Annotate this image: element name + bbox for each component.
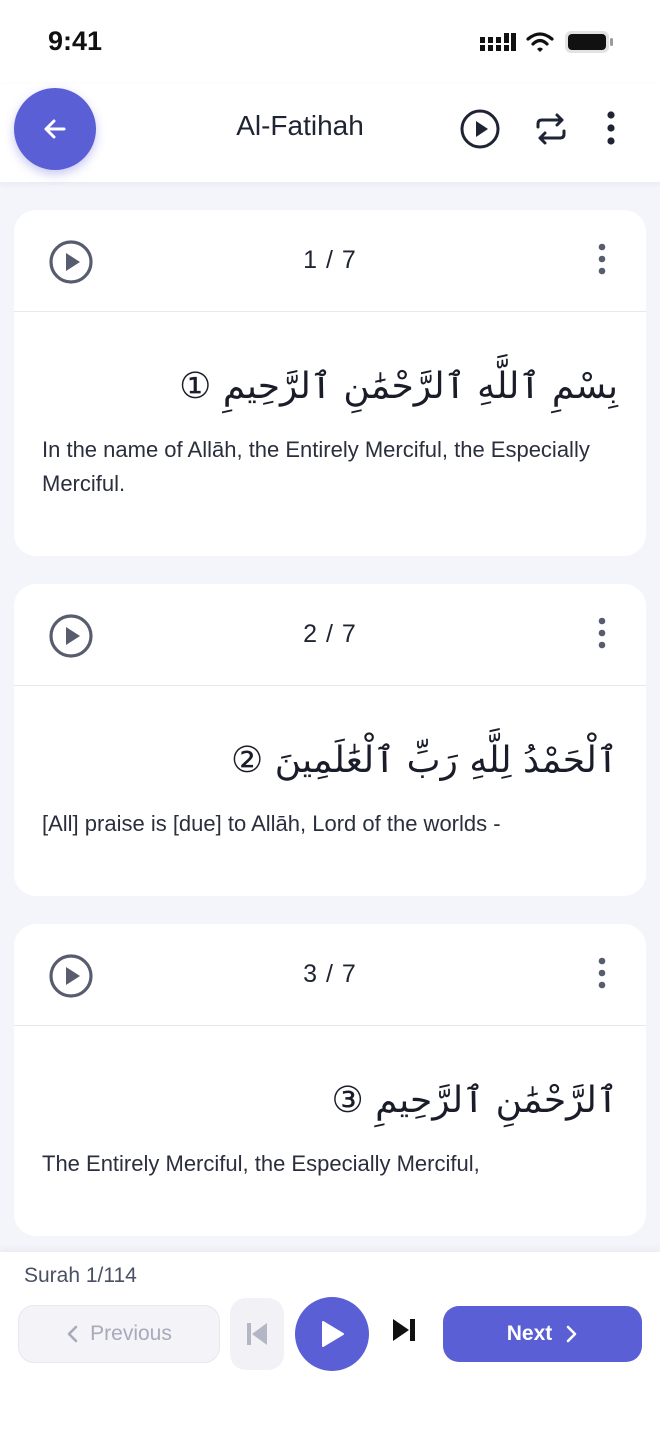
ayah-card: 2 / 7 ٱلْحَمْدُ لِلَّهِ رَبِّ ٱلْعَٰلَمِ… bbox=[14, 584, 646, 896]
ayah-number: 1 / 7 bbox=[303, 246, 357, 274]
ayah-translation: The Entirely Merciful, the Especially Me… bbox=[42, 1150, 480, 1176]
skip-back-icon bbox=[247, 1323, 267, 1345]
more-options-button[interactable] bbox=[604, 110, 618, 146]
ayah-menu-button[interactable] bbox=[596, 242, 608, 281]
previous-button[interactable]: Previous bbox=[18, 1305, 220, 1363]
ayah-number: 3 / 7 bbox=[303, 960, 357, 988]
surah-counter: Surah 1/114 bbox=[24, 1264, 137, 1287]
ayah-number: 2 / 7 bbox=[303, 620, 357, 648]
more-vertical-icon bbox=[598, 243, 606, 275]
repeat-button[interactable] bbox=[532, 111, 570, 147]
ayah-translation: In the name of Allāh, the Entirely Merci… bbox=[42, 436, 590, 496]
battery-icon bbox=[565, 31, 613, 53]
play-icon bbox=[322, 1321, 344, 1347]
chevron-right-icon bbox=[566, 1325, 577, 1343]
main-play-button[interactable] bbox=[295, 1297, 369, 1371]
signal-icon bbox=[480, 33, 516, 51]
ayah-card-header: 3 / 7 bbox=[14, 924, 646, 1026]
ayah-menu-button[interactable] bbox=[596, 956, 608, 995]
ayah-arabic-text: ٱلرَّحْمَٰنِ ٱلرَّحِيمِ ③ bbox=[331, 1080, 618, 1121]
skip-back-button[interactable] bbox=[230, 1298, 284, 1370]
ayah-arabic-text: ٱلْحَمْدُ لِلَّهِ رَبِّ ٱلْعَٰلَمِينَ ② bbox=[231, 740, 618, 781]
previous-label: Previous bbox=[90, 1322, 172, 1345]
more-vertical-icon bbox=[598, 957, 606, 989]
play-circle-icon bbox=[460, 109, 500, 149]
repeat-icon bbox=[536, 113, 566, 145]
chevron-left-icon bbox=[67, 1325, 78, 1343]
ayah-card-header: 1 / 7 bbox=[14, 210, 646, 312]
app-header: Al-Fatihah bbox=[0, 84, 660, 182]
ayah-arabic-text: بِسْمِ ٱللَّهِ ٱلرَّحْمَٰنِ ٱلرَّحِيمِ ① bbox=[179, 366, 618, 407]
ayah-menu-button[interactable] bbox=[596, 616, 608, 655]
bottom-player-bar: Surah 1/114 Previous Next bbox=[0, 1252, 660, 1429]
ayah-translation: [All] praise is [due] to Allāh, Lord of … bbox=[42, 810, 501, 836]
ayah-card-header: 2 / 7 bbox=[14, 584, 646, 686]
ayah-card: 1 / 7 بِسْمِ ٱللَّهِ ٱلرَّحْمَٰنِ ٱلرَّح… bbox=[14, 210, 646, 556]
next-label: Next bbox=[506, 1322, 553, 1345]
play-surah-button[interactable] bbox=[459, 108, 501, 150]
more-vertical-icon bbox=[598, 617, 606, 649]
status-time: 9:41 bbox=[48, 26, 103, 56]
status-bar: 9:41 bbox=[0, 0, 660, 84]
skip-forward-icon bbox=[393, 1319, 415, 1341]
next-button[interactable]: Next bbox=[443, 1306, 642, 1362]
status-icons bbox=[480, 30, 614, 54]
ayah-card: 3 / 7 ٱلرَّحْمَٰنِ ٱلرَّحِيمِ ③ The Enti… bbox=[14, 924, 646, 1236]
wifi-icon bbox=[526, 32, 554, 52]
more-vertical-icon bbox=[607, 111, 615, 145]
skip-forward-button[interactable] bbox=[390, 1316, 418, 1344]
